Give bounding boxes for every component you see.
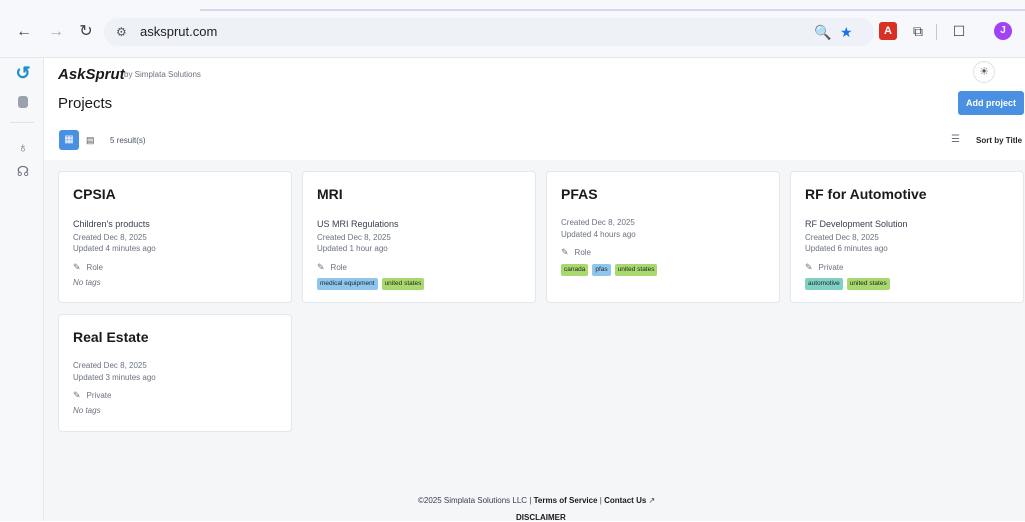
back-icon[interactable]: ← (14, 22, 34, 42)
project-description: US MRI Regulations (317, 219, 399, 229)
edit-icon: ✎ (73, 262, 81, 272)
footer-separator: | (599, 496, 602, 505)
extensions-puzzle-icon[interactable]: ⧉ (909, 22, 927, 40)
tag-badge[interactable]: united states (614, 264, 658, 276)
project-card-real-estate[interactable]: Real Estate Created Dec 8, 2025 Updated … (58, 314, 292, 432)
footer-separator: | (529, 496, 532, 505)
pdf-extension-icon[interactable]: A (879, 22, 897, 40)
brand-name[interactable]: AskSprut (58, 66, 125, 83)
tag-badge[interactable]: united states (381, 278, 425, 290)
forward-icon[interactable]: → (46, 22, 66, 42)
project-role: ✎ Private (805, 262, 843, 273)
project-updated: Updated 3 minutes ago (73, 373, 156, 382)
project-title[interactable]: Real Estate (73, 329, 148, 345)
add-project-button[interactable]: Add project (958, 91, 1024, 115)
project-title[interactable]: PFAS (561, 186, 598, 202)
project-updated: Updated 6 minutes ago (805, 244, 888, 253)
page-title: Projects (58, 95, 113, 112)
project-role-label: Role (574, 248, 591, 257)
project-created: Created Dec 8, 2025 (805, 233, 879, 242)
lightbulb-icon[interactable]: ♁ (14, 138, 32, 156)
tag-badge[interactable]: medical equipment (317, 278, 378, 290)
project-role-label: Private (818, 263, 844, 272)
project-role-label: Role (330, 263, 347, 272)
project-card-pfas[interactable]: PFAS Created Dec 8, 2025 Updated 4 hours… (546, 171, 780, 303)
results-count: 5 result(s) (110, 136, 146, 145)
sort-button[interactable]: Sort by Title (976, 136, 1022, 145)
address-bar[interactable]: ⚙ asksprut.com 🔍 ★ (104, 18, 874, 46)
tab-search-icon[interactable]: ☐ (950, 22, 968, 40)
tab-strip (200, 9, 1025, 11)
project-created: Created Dec 8, 2025 (73, 361, 147, 370)
no-tags-label: No tags (73, 406, 101, 415)
tag-badge[interactable]: united states (846, 278, 890, 290)
project-role: ✎ Role (561, 247, 591, 258)
project-role: ✎ Role (73, 262, 103, 273)
project-role-label: Role (86, 263, 103, 272)
contact-link[interactable]: Contact Us (604, 496, 646, 505)
list-view-icon[interactable]: ▤ (86, 134, 98, 146)
browser-toolbar: ← → ↻ ⚙ asksprut.com 🔍 ★ A ⧉ ☐ J (0, 0, 1025, 58)
tag-list: automotive united states (805, 278, 890, 290)
theme-toggle-icon[interactable]: ☀ (973, 61, 995, 83)
project-created: Created Dec 8, 2025 (561, 218, 635, 227)
external-link-icon: ↗ (648, 496, 656, 505)
support-icon[interactable]: ☊ (14, 162, 32, 180)
project-updated: Updated 4 minutes ago (73, 244, 156, 253)
app-sidebar: ↺ ♁ ☊ (0, 58, 44, 521)
site-settings-icon[interactable]: ⚙ (116, 24, 132, 40)
edit-icon: ✎ (805, 262, 813, 272)
grid-view-icon[interactable]: ▦ (59, 130, 79, 150)
projects-nav-icon[interactable] (18, 96, 28, 108)
project-created: Created Dec 8, 2025 (317, 233, 391, 242)
project-role: ✎ Role (317, 262, 347, 273)
url-text[interactable]: asksprut.com (140, 24, 217, 39)
project-created: Created Dec 8, 2025 (73, 233, 147, 242)
project-title[interactable]: RF for Automotive (805, 186, 927, 202)
tag-list: canada pfas united states (561, 264, 658, 276)
project-title[interactable]: MRI (317, 186, 343, 202)
tag-badge[interactable]: automotive (805, 278, 843, 290)
edit-icon: ✎ (73, 390, 81, 400)
project-card-mri[interactable]: MRI US MRI Regulations Created Dec 8, 20… (302, 171, 536, 303)
project-card-cpsia[interactable]: CPSIA Children's products Created Dec 8,… (58, 171, 292, 303)
zoom-icon[interactable]: 🔍 (814, 23, 831, 41)
bookmark-star-icon[interactable]: ★ (840, 23, 853, 41)
project-updated: Updated 4 hours ago (561, 230, 636, 239)
no-tags-label: No tags (73, 278, 101, 287)
toolbar-divider (936, 24, 937, 40)
profile-avatar[interactable]: J (994, 22, 1012, 40)
project-updated: Updated 1 hour ago (317, 244, 388, 253)
brand-byline: by Simplata Solutions (124, 70, 201, 79)
project-card-rf-automotive[interactable]: RF for Automotive RF Development Solutio… (790, 171, 1024, 303)
tag-badge[interactable]: pfas (592, 264, 611, 276)
project-role: ✎ Private (73, 390, 111, 401)
reload-icon[interactable]: ↻ (76, 22, 96, 42)
edit-icon: ✎ (561, 247, 569, 257)
sidebar-divider (10, 122, 34, 123)
project-title[interactable]: CPSIA (73, 186, 116, 202)
app-logo-icon[interactable]: ↺ (14, 64, 32, 82)
edit-icon: ✎ (317, 262, 325, 272)
project-description: Children's products (73, 219, 150, 229)
tag-list: medical equipment united states (317, 278, 425, 290)
project-description: RF Development Solution (805, 219, 908, 229)
sort-icon[interactable]: ☰ (951, 134, 960, 145)
terms-link[interactable]: Terms of Service (534, 496, 598, 505)
project-role-label: Private (86, 391, 112, 400)
footer: ©2025 Simplata Solutions LLC | Terms of … (418, 496, 655, 505)
tag-badge[interactable]: canada (561, 264, 589, 276)
copyright-text: ©2025 Simplata Solutions LLC (418, 496, 528, 505)
